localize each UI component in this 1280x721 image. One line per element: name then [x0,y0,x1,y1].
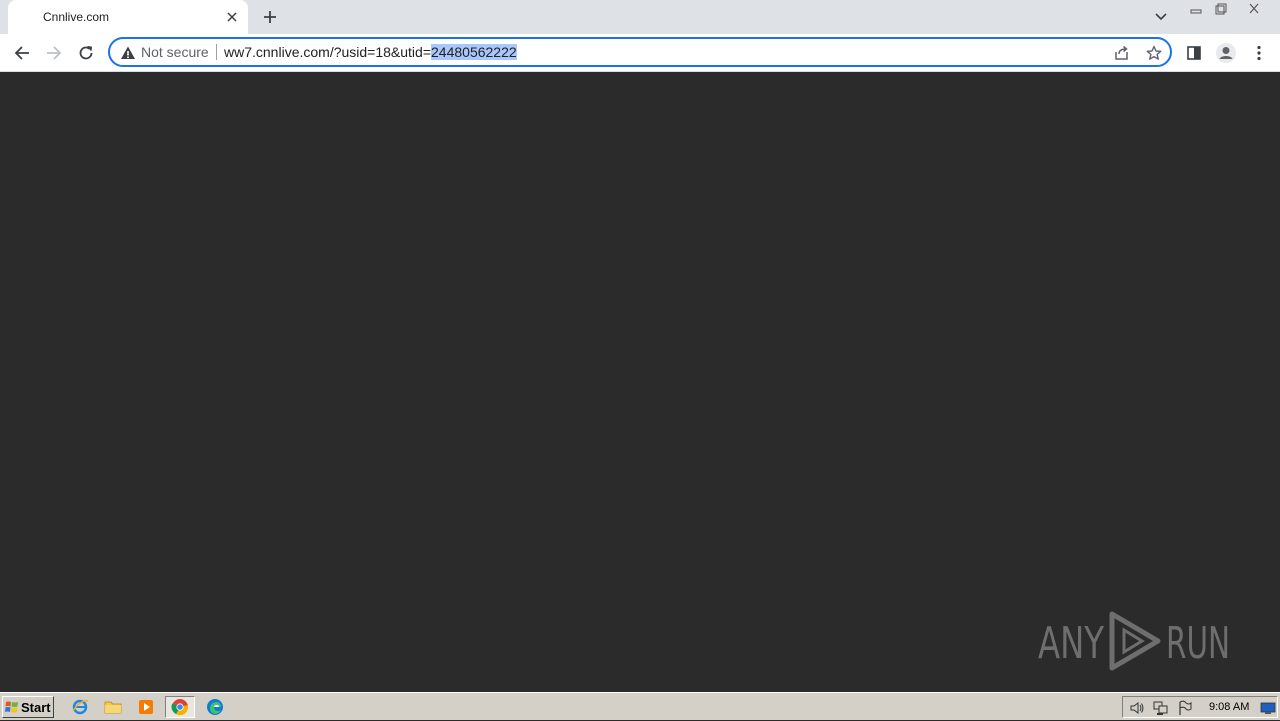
media-player-icon[interactable] [134,696,158,718]
omnibox-divider [216,44,217,60]
url-text[interactable]: ww7.cnnlive.com/?usid=18&utid=2448056222… [224,44,517,60]
taskbar: Start 9:08 AM [0,692,1280,720]
tab-strip: Cnnlive.com [0,0,1280,34]
share-icon[interactable] [1112,43,1132,63]
svg-text:RUN: RUN [1166,618,1230,669]
bookmark-star-icon[interactable] [1144,43,1164,63]
browser-toolbar: Not secure ww7.cnnlive.com/?usid=18&utid… [0,34,1280,72]
address-bar[interactable]: Not secure ww7.cnnlive.com/?usid=18&utid… [108,37,1172,67]
show-desktop-icon[interactable] [1260,700,1276,716]
tab-title: Cnnlive.com [43,10,110,24]
volume-icon[interactable] [1129,700,1145,716]
new-tab-icon[interactable] [258,5,282,29]
reload-icon[interactable] [72,39,100,67]
internet-explorer-icon[interactable] [68,696,92,718]
chevron-down-icon[interactable] [1150,6,1172,28]
anyrun-watermark-logo: ANY RUN [1038,608,1238,674]
minimize-icon[interactable] [1185,1,1207,17]
page-content [0,72,1280,692]
warning-icon [121,46,135,59]
action-center-flag-icon[interactable] [1177,700,1193,716]
file-explorer-icon[interactable] [101,696,125,718]
system-clock[interactable]: 9:08 AM [1209,701,1249,713]
close-tab-icon[interactable] [222,7,242,27]
start-label: Start [21,699,51,715]
url-selected-text: 24480562222 [431,44,517,60]
forward-arrow-icon[interactable] [40,39,68,67]
url-prefix: ww7.cnnlive.com/?usid=18&utid= [224,44,432,60]
start-button[interactable]: Start [2,696,54,718]
side-panel-icon[interactable] [1180,39,1208,67]
menu-kebab-icon[interactable] [1245,39,1273,67]
back-arrow-icon[interactable] [8,39,36,67]
restore-icon[interactable] [1210,1,1232,17]
windows-logo-icon [5,701,18,713]
svg-text:ANY: ANY [1038,618,1104,669]
edge-icon[interactable] [203,696,227,718]
system-tray: 9:08 AM [1122,696,1278,718]
profile-avatar-icon[interactable] [1212,39,1240,67]
chrome-icon[interactable] [165,696,195,718]
network-icon[interactable] [1153,700,1169,716]
tab-cnnlive[interactable]: Cnnlive.com [8,0,248,34]
security-label[interactable]: Not secure [141,44,209,60]
window-close-icon[interactable] [1243,1,1265,17]
